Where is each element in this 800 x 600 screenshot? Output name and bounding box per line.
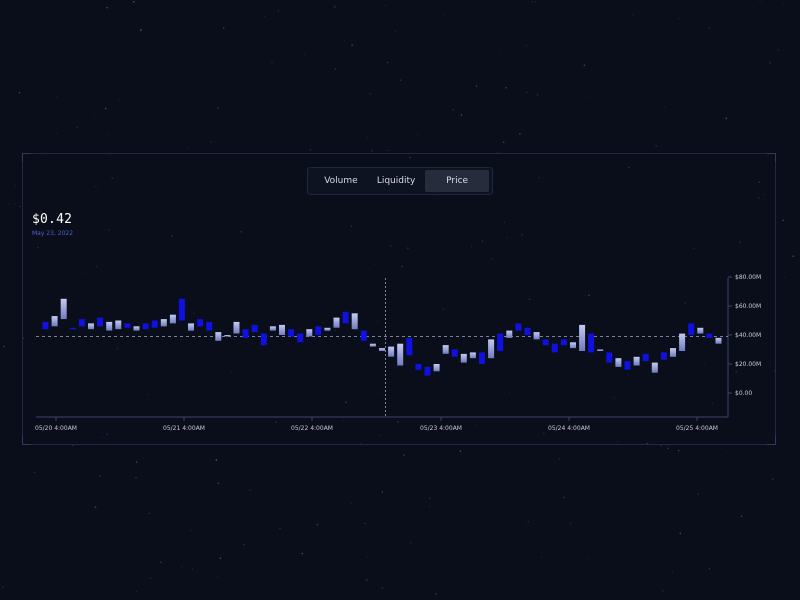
candle[interactable] bbox=[51, 316, 58, 327]
candle[interactable] bbox=[142, 323, 149, 330]
candle[interactable] bbox=[69, 327, 76, 330]
candle[interactable] bbox=[188, 323, 194, 331]
candle[interactable] bbox=[424, 366, 431, 376]
candle[interactable] bbox=[488, 339, 495, 359]
candle[interactable] bbox=[570, 342, 576, 349]
candle[interactable] bbox=[469, 352, 476, 359]
candle[interactable] bbox=[369, 343, 376, 347]
candle[interactable] bbox=[269, 326, 276, 331]
candle[interactable] bbox=[106, 321, 113, 331]
candle[interactable] bbox=[560, 339, 567, 346]
candle[interactable] bbox=[715, 337, 722, 344]
candle[interactable] bbox=[88, 323, 94, 330]
candle[interactable] bbox=[115, 320, 122, 330]
candle[interactable] bbox=[151, 320, 158, 328]
candle[interactable] bbox=[651, 362, 658, 373]
candle[interactable] bbox=[642, 353, 649, 362]
y-tick-label: $80.00M bbox=[735, 274, 761, 281]
candle[interactable] bbox=[670, 348, 676, 357]
candle[interactable] bbox=[597, 349, 604, 352]
candle[interactable] bbox=[279, 324, 285, 335]
candle[interactable] bbox=[360, 330, 367, 341]
candle[interactable] bbox=[169, 314, 176, 324]
candle[interactable] bbox=[524, 327, 531, 336]
candle[interactable] bbox=[288, 329, 295, 337]
candle[interactable] bbox=[660, 352, 667, 360]
candle[interactable] bbox=[606, 352, 613, 363]
candle[interactable] bbox=[588, 333, 595, 353]
candle[interactable] bbox=[160, 319, 167, 327]
candle[interactable] bbox=[624, 361, 631, 370]
x-tick-label: 05/20 4:00AM bbox=[35, 425, 77, 432]
candle[interactable] bbox=[206, 321, 213, 331]
y-tick-label: $40.00M bbox=[735, 332, 761, 339]
x-tick-label: 05/21 4:00AM bbox=[163, 425, 205, 432]
candle[interactable] bbox=[306, 329, 313, 337]
candle[interactable] bbox=[124, 323, 131, 328]
candle[interactable] bbox=[433, 364, 440, 372]
candle[interactable] bbox=[242, 329, 249, 338]
candle[interactable] bbox=[460, 353, 467, 363]
candle[interactable] bbox=[515, 323, 522, 331]
candle[interactable] bbox=[133, 326, 140, 331]
candle[interactable] bbox=[315, 326, 322, 335]
candle[interactable] bbox=[233, 321, 240, 334]
candlestick-chart: $80.00M $60.00M $40.00M $20.00M $0.00 05/20 4… bbox=[35, 274, 761, 432]
candle[interactable] bbox=[579, 324, 586, 351]
candle[interactable] bbox=[697, 327, 704, 334]
y-tick-label: $20.00M bbox=[735, 361, 761, 368]
x-tick-label: 05/24 4:00AM bbox=[548, 425, 590, 432]
y-tick-label: $60.00M bbox=[735, 303, 761, 310]
candle[interactable] bbox=[479, 352, 485, 364]
candle[interactable] bbox=[451, 349, 458, 357]
candle[interactable] bbox=[342, 311, 349, 324]
candle[interactable] bbox=[415, 364, 422, 370]
candle[interactable] bbox=[706, 333, 713, 338]
candle[interactable] bbox=[215, 332, 222, 341]
x-tick-label: 05/25 4:00AM bbox=[676, 425, 718, 432]
candle[interactable] bbox=[551, 343, 558, 353]
candle[interactable] bbox=[178, 298, 185, 321]
candle[interactable] bbox=[60, 298, 67, 320]
candle[interactable] bbox=[615, 358, 622, 367]
candle[interactable] bbox=[42, 321, 49, 330]
candle[interactable] bbox=[297, 333, 304, 343]
candle[interactable] bbox=[379, 348, 385, 351]
candle[interactable] bbox=[97, 317, 104, 327]
candle[interactable] bbox=[679, 333, 686, 351]
x-tick-label: 05/22 4:00AM bbox=[291, 425, 333, 432]
candle[interactable] bbox=[688, 323, 695, 335]
candle[interactable] bbox=[442, 345, 449, 354]
candle[interactable] bbox=[542, 339, 549, 346]
candle[interactable] bbox=[251, 324, 258, 333]
candle[interactable] bbox=[388, 346, 395, 357]
candle[interactable] bbox=[333, 317, 340, 328]
candle[interactable] bbox=[397, 343, 404, 366]
candle[interactable] bbox=[633, 356, 640, 366]
candle[interactable] bbox=[406, 337, 413, 356]
candle[interactable] bbox=[533, 332, 540, 340]
candle[interactable] bbox=[197, 319, 204, 327]
candle[interactable] bbox=[78, 319, 85, 327]
y-tick-label: $0.00 bbox=[735, 390, 752, 397]
candle[interactable] bbox=[324, 327, 331, 331]
candle[interactable] bbox=[351, 313, 358, 330]
candle[interactable] bbox=[497, 333, 504, 351]
candle[interactable] bbox=[224, 335, 231, 337]
candle[interactable] bbox=[260, 333, 267, 346]
candle[interactable] bbox=[506, 330, 513, 338]
x-tick-label: 05/23 4:00AM bbox=[420, 425, 462, 432]
